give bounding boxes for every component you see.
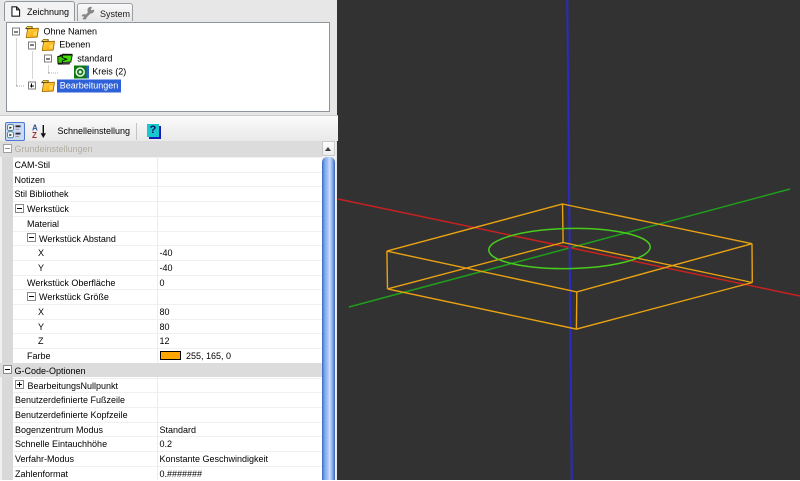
svg-text:Z: Z — [32, 131, 37, 140]
